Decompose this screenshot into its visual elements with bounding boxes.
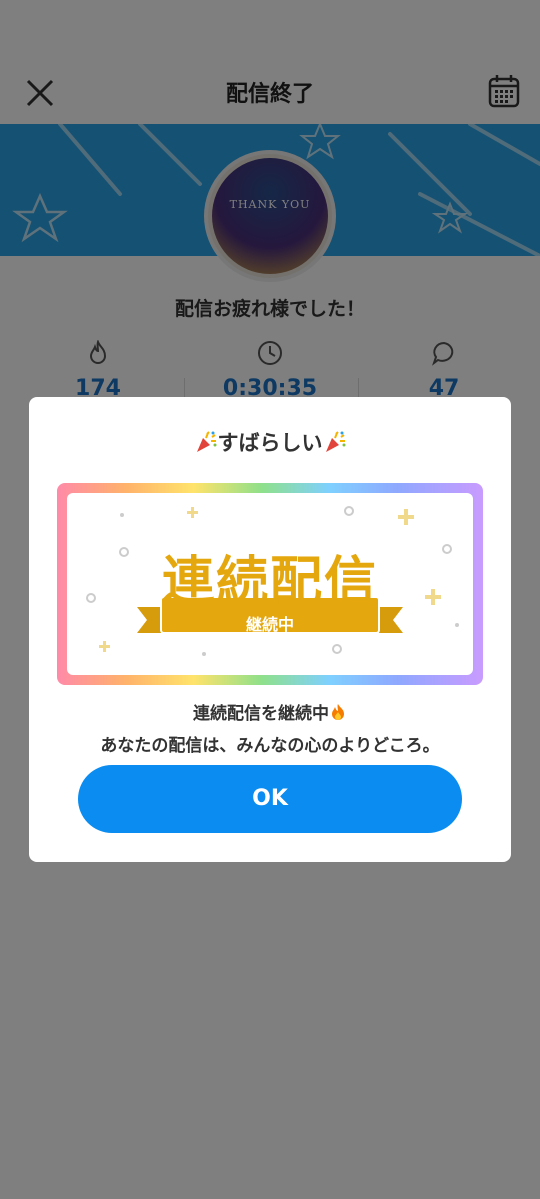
party-popper-icon (196, 431, 216, 452)
party-popper-icon (325, 431, 345, 452)
badge-heading: 連続配信 (161, 552, 378, 612)
message-text: 連続配信を継続中 (193, 704, 329, 724)
ok-button[interactable]: OK (78, 765, 462, 833)
streak-dialog: すばらしい 連続配信 継続中 連続配信を継続中 あなたの配信は、みんなの心のより… (29, 397, 511, 862)
badge-ribbon-label: 継続中 (245, 615, 294, 634)
badge-card: 連続配信 継続中 (67, 493, 473, 675)
dialog-message-line1: 連続配信を継続中 (29, 699, 511, 724)
fire-icon (332, 704, 344, 720)
streak-badge: 連続配信 継続中 (57, 483, 483, 685)
dialog-title: すばらしい (29, 427, 511, 457)
dialog-title-text: すばらしい (217, 431, 323, 455)
dialog-message-line2: あなたの配信は、みんなの心のよりどころ。 (100, 736, 440, 756)
